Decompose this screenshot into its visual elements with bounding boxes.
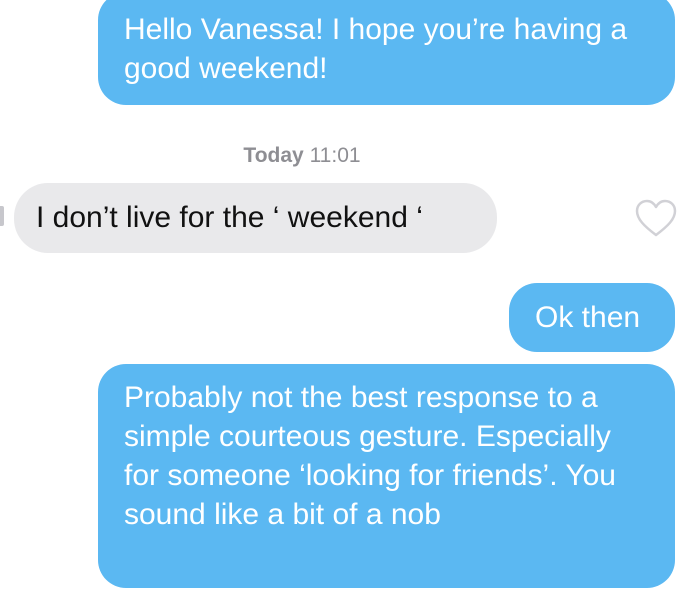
left-edge-indicator — [0, 206, 4, 226]
heart-outline-icon-graphic — [635, 199, 677, 237]
outgoing-message-bubble[interactable]: Ok then — [509, 283, 675, 352]
incoming-message-bubble[interactable]: I don’t live for the ‘ weekend ‘ — [14, 183, 497, 253]
outgoing-message-bubble[interactable]: Hello Vanessa! I hope you’re having a go… — [98, 0, 675, 105]
outgoing-message-bubble[interactable]: Probably not the best response to a simp… — [98, 364, 675, 588]
timestamp-day: Today — [243, 144, 304, 167]
message-timestamp: Today 11:01 — [0, 143, 604, 169]
heart-outline-icon[interactable] — [634, 198, 678, 238]
timestamp-time: 11:01 — [309, 144, 361, 167]
